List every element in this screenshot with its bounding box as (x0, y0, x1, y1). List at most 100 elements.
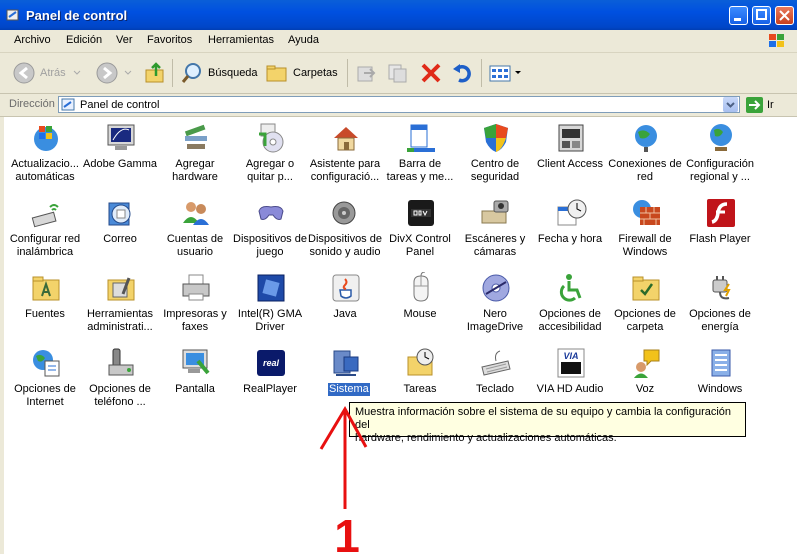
keyboard-icon (481, 350, 511, 376)
annotation-arrow: 1 (319, 405, 368, 554)
item-label-line1: Agregar o (245, 158, 295, 170)
go-arrow-icon (749, 100, 761, 110)
date-time-clock-icon (557, 199, 587, 226)
toolbar-separator (481, 59, 482, 87)
security-shield-icon (484, 124, 508, 152)
taskbar-start-menu-icon (407, 124, 435, 152)
via-audio-icon: VIA (557, 348, 585, 378)
minimize-button[interactable] (729, 6, 748, 25)
item-label-line1: Fuentes (25, 308, 65, 320)
minimize-icon (734, 18, 741, 21)
back-button[interactable]: Atrás (12, 59, 84, 87)
printer-icon (182, 274, 210, 301)
speech-icon (634, 349, 660, 378)
item-label-line1: Java (333, 308, 357, 320)
item-label-line1: Fecha y hora (537, 233, 603, 245)
item-label-line2: Windows (622, 246, 668, 258)
intel-gma-icon (257, 274, 285, 302)
item-label-line2: automáticas (15, 171, 75, 183)
forward-button[interactable] (95, 59, 135, 87)
fonts-folder-icon (32, 276, 60, 301)
address-input[interactable]: Panel de control (58, 96, 740, 113)
address-dropdown-button[interactable] (723, 97, 738, 112)
control-panel-icon (61, 98, 75, 111)
scanner-camera-icon (481, 200, 509, 224)
item-label-line1: Opciones de (689, 308, 751, 320)
item-label-line1: VIA HD Audio (536, 383, 604, 395)
item-label-line1: Dispositivos de (308, 233, 382, 245)
item-label-line1: Pantalla (175, 383, 215, 395)
menu-ayuda[interactable]: Ayuda (288, 34, 319, 46)
game-controller-icon (258, 206, 284, 220)
menu-archivo[interactable]: Archivo (14, 34, 51, 46)
item-label-line1: Configurar red (9, 233, 81, 245)
item-label-line2: inalámbrica (16, 246, 74, 258)
windows-cardspace-icon (711, 349, 731, 377)
up-folder-button[interactable] (143, 59, 167, 87)
menu-favoritos[interactable]: Favoritos (147, 34, 192, 46)
item-label-line1: Tareas (403, 383, 437, 395)
item-label-line1: Client Access (536, 158, 604, 170)
item-label-line2: seguridad (470, 171, 520, 183)
maximize-button[interactable] (752, 6, 771, 25)
item-label-line1: Barra de (398, 158, 442, 170)
chevron-down-icon (124, 70, 132, 75)
delete-button[interactable] (419, 59, 443, 87)
item-label-line1: Actualizacio... (11, 158, 79, 170)
item-label-line2: energía (701, 321, 739, 333)
close-button[interactable] (775, 6, 794, 25)
search-button[interactable]: Búsqueda (180, 59, 258, 87)
item-label-line1: Windows (697, 383, 743, 395)
item-label-line2: ImageDrive (466, 321, 524, 333)
item-label-line2: juego (256, 246, 284, 258)
item-label-selected: Sistema (327, 382, 371, 397)
flash-player-icon (707, 199, 735, 227)
item-label-line1: DivX Control (389, 233, 451, 245)
item-label-line2: regional y ... (690, 171, 750, 183)
tooltip-line2: hardware, rendimiento y actualizaciones … (355, 432, 617, 444)
move-to-button[interactable] (354, 59, 378, 87)
svg-text:real: real (263, 358, 280, 368)
views-button[interactable] (488, 59, 522, 87)
item-label-line1: Opciones de (14, 383, 76, 395)
go-button[interactable] (746, 97, 763, 113)
up-folder-icon (145, 62, 164, 83)
item-label-line1: Adobe Gamma (83, 158, 157, 170)
go-label[interactable]: Ir (767, 99, 774, 111)
move-to-icon (357, 66, 376, 82)
undo-button[interactable] (451, 59, 475, 87)
item-label-line2: configuració... (310, 171, 380, 183)
item-label-line2: faxes (181, 321, 209, 333)
accessibility-icon (559, 274, 582, 302)
item-label-line1: Asistente para (309, 158, 381, 170)
item-label-line1: Escáneres y (464, 233, 526, 245)
menu-herramientas[interactable]: Herramientas (208, 34, 274, 46)
item-label-line2: quitar p... (247, 171, 293, 183)
folders-icon (266, 65, 287, 82)
phone-modem-icon (108, 348, 134, 376)
copy-to-icon (388, 64, 407, 83)
item-label-line1: Mouse (403, 308, 437, 320)
close-icon (779, 10, 790, 21)
address-label: Dirección (9, 98, 55, 110)
annotation-number: 1 (334, 510, 360, 554)
network-setup-house-icon (334, 127, 358, 151)
realplayer-icon: real (257, 350, 285, 376)
item-label-line1: Cuentas de (166, 233, 224, 245)
search-icon (181, 63, 201, 83)
item-label-line2: tareas y me... (386, 171, 454, 183)
folders-button[interactable]: Carpetas (265, 59, 338, 87)
wireless-network-icon (31, 204, 59, 228)
item-label-line2: cámaras (473, 246, 517, 258)
menu-ver[interactable]: Ver (116, 34, 133, 46)
menu-edicion[interactable]: Edición (66, 34, 102, 46)
copy-to-button[interactable] (386, 59, 410, 87)
nero-disc-icon (482, 274, 510, 302)
item-label-line2: carpeta (626, 321, 664, 333)
address-value: Panel de control (80, 99, 160, 111)
java-cup-icon (332, 274, 360, 302)
menu-bar: Archivo Edición Ver Favoritos Herramient… (0, 30, 797, 53)
regional-globe-icon (710, 124, 732, 151)
admin-tools-icon (107, 277, 135, 301)
tooltip-line1: Muestra información sobre el sistema de … (355, 406, 732, 431)
